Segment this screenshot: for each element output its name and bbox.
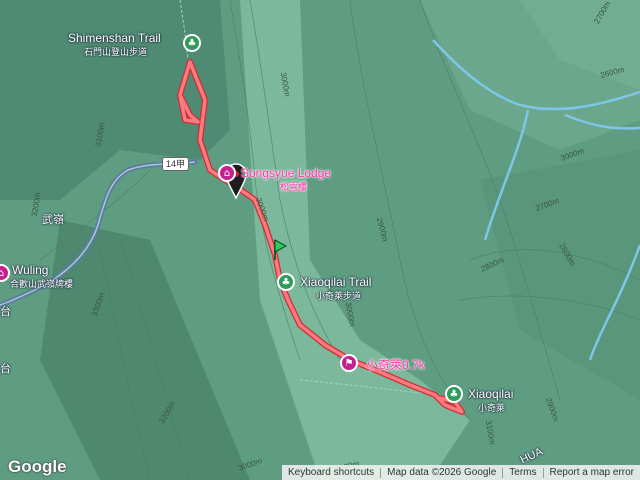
edge-label: 台 bbox=[0, 363, 11, 375]
songsyue-lodge-zh: 松雪樓 bbox=[280, 182, 308, 192]
google-logo: Google bbox=[8, 457, 67, 476]
park-icon[interactable]: ♣ bbox=[445, 385, 463, 403]
road-shield: 14甲 bbox=[162, 157, 190, 171]
xiaoqilai-trail-zh: 小奇萊步道 bbox=[316, 291, 362, 301]
wuling-ridge-label: 武嶺 bbox=[42, 214, 64, 226]
map-canvas[interactable]: 3100m 3200m 3300m 3000m 3000m 2900m 2800… bbox=[0, 0, 640, 480]
xiaoqilai-trail-label[interactable]: Xiaoqilai Trail bbox=[300, 275, 371, 289]
report-map-error-link[interactable]: Report a map error bbox=[544, 467, 640, 478]
map-data-attribution: Map data ©2026 Google bbox=[387, 467, 497, 478]
wuling-zh: 合歡山武嶺牌樓 bbox=[10, 279, 74, 289]
lodge-icon[interactable]: ⌂ bbox=[218, 164, 236, 182]
shimenshan-trail-label[interactable]: Shimenshan Trail bbox=[68, 31, 161, 45]
xiaoqilai-distance-label[interactable]: 小奇萊0.7k bbox=[366, 356, 425, 373]
park-icon[interactable]: ♣ bbox=[277, 273, 295, 291]
xiaoqilai-zh: 小奇萊 bbox=[478, 403, 506, 413]
attribution-bar: Keyboard shortcuts Map data ©2026 Google… bbox=[281, 465, 640, 480]
terrain-layer bbox=[0, 0, 640, 480]
park-icon[interactable]: ♣ bbox=[183, 34, 201, 52]
xiaoqilai-label[interactable]: Xiaoqilai bbox=[468, 387, 513, 401]
hiker-icon[interactable]: ⚑ bbox=[340, 354, 358, 372]
terms-link[interactable]: Terms bbox=[503, 467, 542, 478]
songsyue-lodge-label[interactable]: Songsyue Lodge bbox=[241, 166, 331, 180]
wuling-label[interactable]: Wuling bbox=[12, 263, 48, 277]
shimenshan-trail-zh: 石門山登山步道 bbox=[84, 47, 148, 57]
edge-label: 台 bbox=[0, 306, 11, 318]
keyboard-shortcuts-link[interactable]: Keyboard shortcuts bbox=[282, 467, 380, 478]
